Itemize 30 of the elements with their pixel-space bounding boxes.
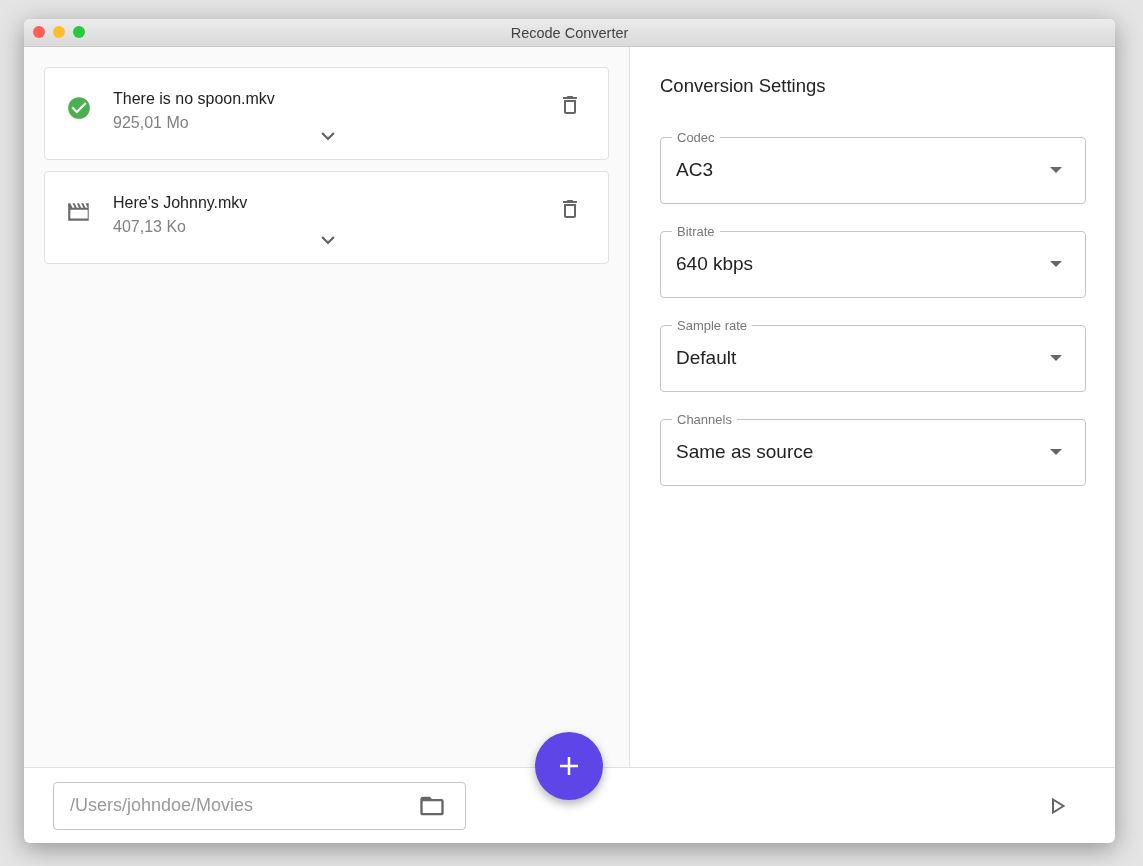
select-field[interactable]: Bitrate 640 kbps xyxy=(660,224,1086,298)
file-size: 925,01 Mo xyxy=(113,113,190,133)
field-label: Codec xyxy=(676,130,716,145)
window-title: Recode Converter xyxy=(510,24,629,41)
add-file-button[interactable] xyxy=(535,732,603,800)
select-field[interactable]: Codec AC3 xyxy=(660,130,1086,204)
chevron-down-icon[interactable] xyxy=(321,132,335,141)
caret-icon xyxy=(1049,354,1063,362)
field-value: Same as source xyxy=(676,441,814,463)
field-label: Channels xyxy=(676,412,733,427)
select-field[interactable]: Sample rate Default xyxy=(660,318,1086,392)
field-value: Default xyxy=(676,347,737,369)
field-label: Bitrate xyxy=(676,224,716,239)
caret-icon xyxy=(1049,166,1063,174)
caret-icon xyxy=(1049,260,1063,268)
file-name: There is no spoon.mkv xyxy=(113,89,276,109)
output-folder-field[interactable]: /Users/johndoe/Movies xyxy=(53,781,466,830)
play-button[interactable] xyxy=(1049,796,1067,815)
field-value: AC3 xyxy=(676,159,713,181)
field-label: Sample rate xyxy=(676,318,749,333)
file-card[interactable]: Here's Johnny.mkv 407,13 Ko xyxy=(44,171,609,264)
chevron-down-icon[interactable] xyxy=(321,236,335,245)
field-value: 640 kbps xyxy=(676,253,754,275)
file-name: Here's Johnny.mkv xyxy=(113,193,249,213)
file-card[interactable]: There is no spoon.mkv 925,01 Mo xyxy=(44,67,609,160)
caret-icon xyxy=(1049,448,1063,456)
select-field[interactable]: Channels Same as source xyxy=(660,412,1086,486)
settings-heading: Conversion Settings xyxy=(660,75,827,97)
file-size: 407,13 Ko xyxy=(113,217,187,237)
plus-icon xyxy=(558,755,580,777)
